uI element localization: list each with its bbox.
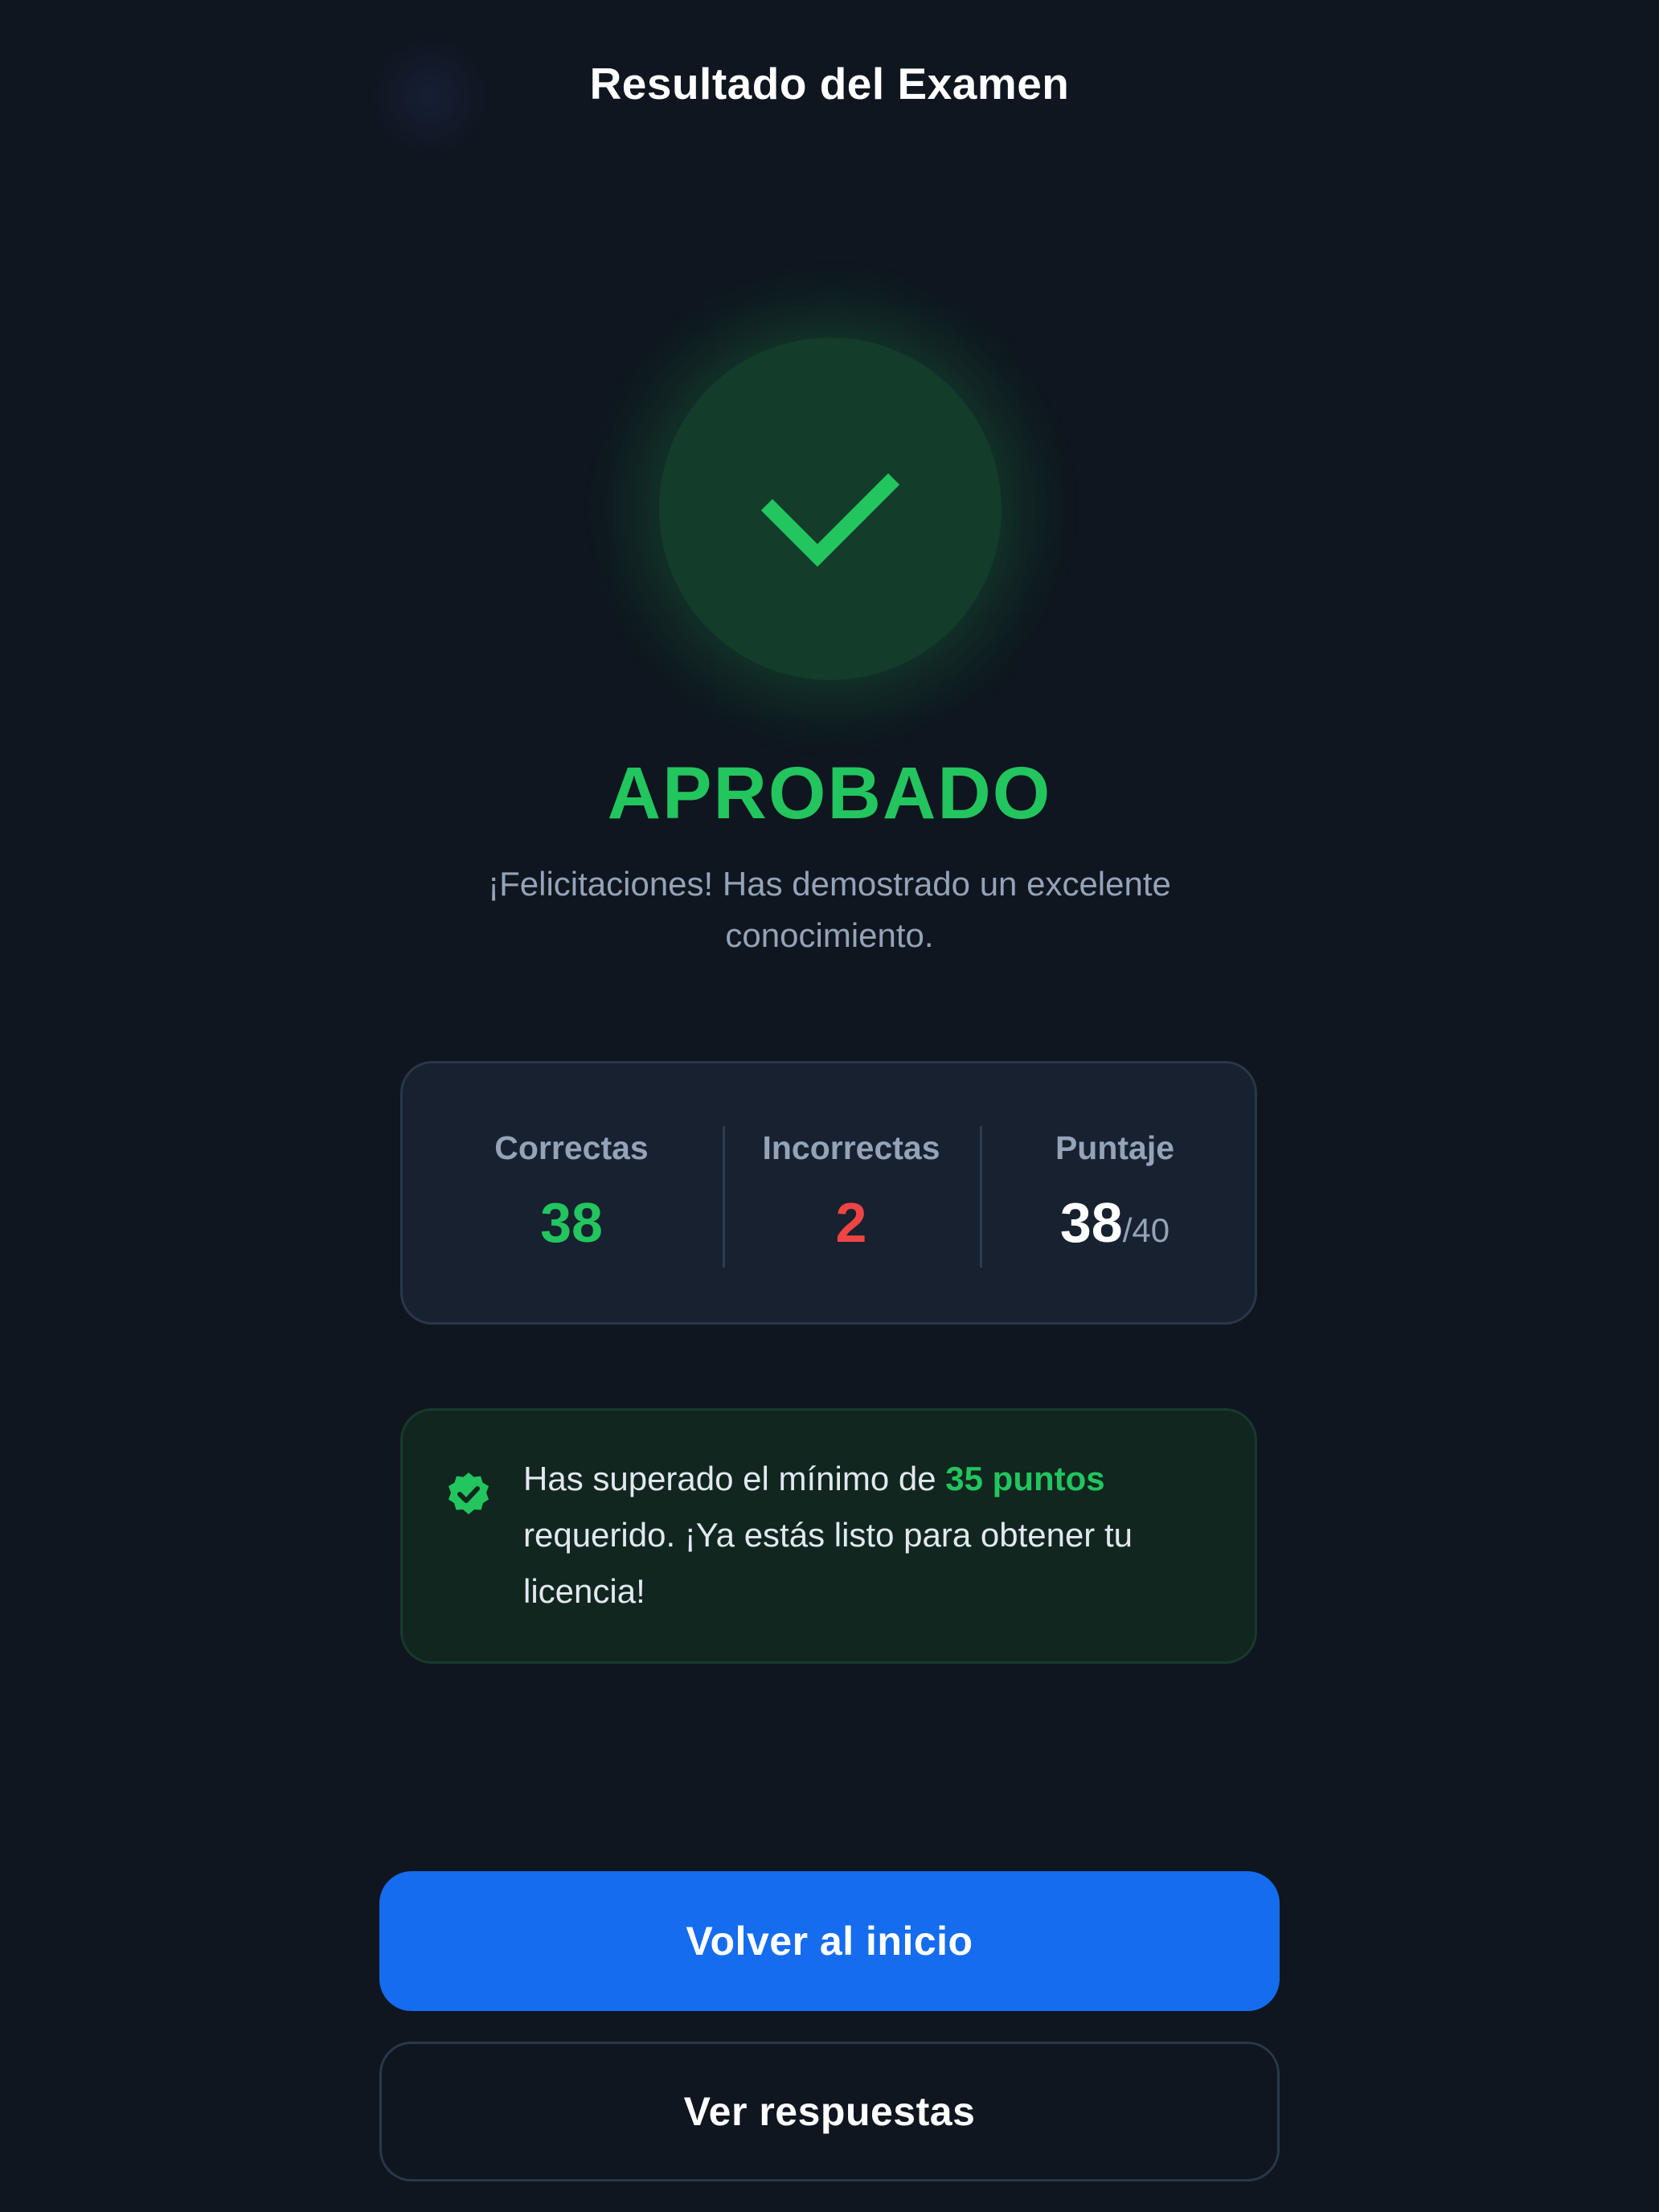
stat-score: Puntaje 38/40 [994, 1063, 1235, 1322]
verified-badge-icon [449, 1473, 489, 1514]
stat-correct: Correctas 38 [435, 1063, 708, 1322]
min-points-highlight: 35 puntos [945, 1460, 1105, 1497]
pass-info-text: Has superado el mínimo de 35 puntos requ… [523, 1451, 1215, 1620]
checkmark-icon [760, 473, 900, 567]
page-title: Resultado del Examen [589, 59, 1070, 109]
stat-correct-label: Correctas [494, 1129, 649, 1166]
result-status: APROBADO [607, 752, 1052, 834]
score-total: /40 [1122, 1211, 1170, 1249]
view-answers-button[interactable]: Ver respuestas [379, 2042, 1280, 2181]
result-message: ¡Felicitaciones! Has demostrado un excel… [488, 865, 1171, 954]
pass-info-box: Has superado el mínimo de 35 puntos requ… [400, 1408, 1257, 1664]
info-text-before: Has superado el mínimo de [523, 1460, 946, 1497]
back-home-button[interactable]: Volver al inicio [379, 1871, 1280, 2011]
stat-score-label: Puntaje [1055, 1129, 1175, 1166]
stat-incorrect-value: 2 [835, 1191, 867, 1254]
success-badge [659, 338, 1002, 680]
stat-incorrect-label: Incorrectas [762, 1129, 940, 1166]
score-obtained: 38 [1059, 1191, 1123, 1254]
stat-score-value: 38/40 [994, 1190, 1235, 1255]
stat-correct-value: 38 [540, 1191, 603, 1254]
stat-divider [980, 1126, 982, 1268]
stats-card: Correctas 38 Incorrectas 2 Puntaje 38/40 [400, 1061, 1257, 1325]
stat-incorrect: Incorrectas 2 [708, 1063, 994, 1322]
info-text-after: requerido. ¡Ya estás listo para obtener … [523, 1516, 1133, 1610]
